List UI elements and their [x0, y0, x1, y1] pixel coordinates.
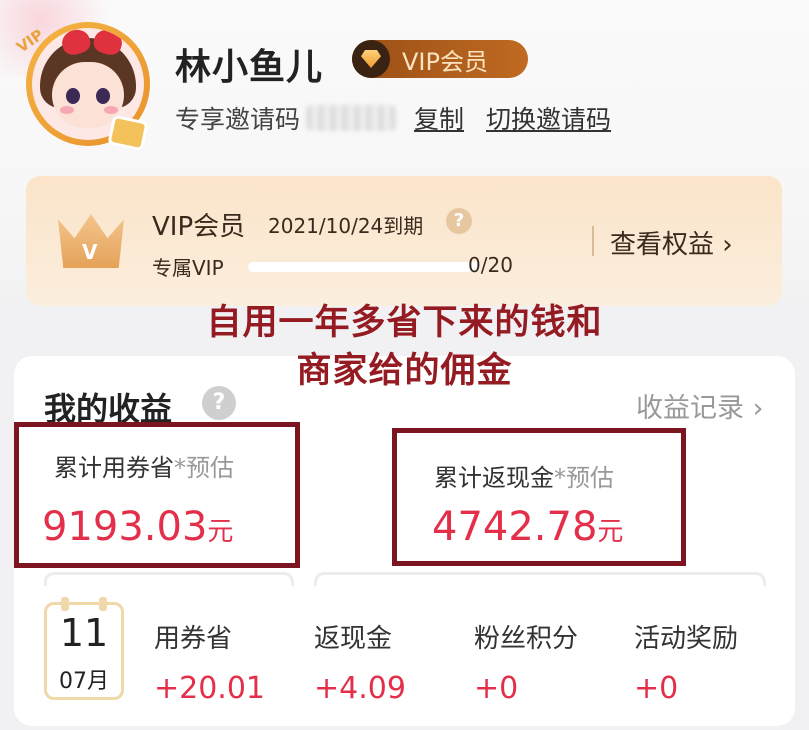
annotation-line-1: 自用一年多省下来的钱和 [206, 303, 603, 343]
user-name: 林小鱼儿 [175, 47, 324, 88]
diamond-icon [352, 40, 390, 78]
divider [44, 572, 294, 586]
vip-progress-bar [248, 262, 480, 272]
stat-label: 活动奖励 [634, 624, 739, 654]
invite-code-row: 专享邀请码 复制 切换邀请码 [175, 100, 633, 136]
coupon-saved-label: 累计用券省*预估 [54, 454, 234, 482]
stat-value: +20.01 [154, 671, 266, 706]
avatar[interactable]: VIP [13, 14, 158, 154]
help-icon[interactable]: ? [446, 208, 472, 234]
view-benefits-link[interactable]: 查看权益 › [610, 224, 733, 261]
calendar-icon: 11 07月 [44, 597, 124, 700]
today-activity-reward-stat[interactable]: 活动奖励 +0 [634, 618, 738, 706]
calendar-day: 11 [59, 611, 109, 655]
cashback-label: 累计返现金*预估 [434, 464, 614, 492]
crown-letter: V [82, 240, 98, 264]
today-fans-points-stat[interactable]: 粉丝积分 +0 [474, 618, 578, 706]
invite-code-label: 专享邀请码 [175, 105, 301, 134]
crown-icon: V [58, 214, 124, 268]
calendar-month: 07月 [59, 669, 109, 694]
vip-progress-count: 0/20 [468, 253, 513, 277]
coupon-saved-value: 9193.03元 [42, 504, 234, 550]
stat-value: +0 [634, 671, 679, 706]
stat-label: 返现金 [314, 624, 393, 654]
cashback-value: 4742.78元 [432, 504, 624, 550]
invite-code-value-redacted [306, 105, 397, 131]
avatar-cheek-left [60, 106, 74, 114]
stat-value: +4.09 [314, 671, 406, 706]
earnings-card: 我的收益 ? 收益记录 › 累计用券省*预估 9193.03元 累计返现金*预估… [14, 356, 795, 726]
vip-member-label: VIP会员 [402, 47, 488, 76]
vip-level-label: 专属VIP [152, 256, 224, 280]
avatar-bow [62, 30, 122, 56]
diamond-sticker-icon [107, 114, 149, 152]
stat-label: 用券省 [154, 624, 233, 654]
vip-member-badge[interactable]: VIP会员 [352, 40, 528, 78]
annotation-line-2: 商家给的佣金 [296, 351, 513, 391]
switch-invite-link[interactable]: 切换邀请码 [486, 100, 611, 136]
vip-expire-date: 2021/10/24到期 [268, 214, 424, 238]
divider [314, 572, 766, 586]
today-cashback-stat[interactable]: 返现金 +4.09 [314, 618, 406, 706]
vip-card[interactable]: V VIP会员 2021/10/24到期 ? 专属VIP 0/20 查看权益 › [26, 176, 782, 306]
stat-value: +0 [474, 671, 519, 706]
avatar-eye-right [96, 88, 110, 104]
today-coupon-stat[interactable]: 用券省 +20.01 [154, 618, 265, 706]
copy-invite-link[interactable]: 复制 [414, 100, 464, 136]
avatar-eye-left [66, 88, 80, 104]
stat-label: 粉丝积分 [474, 624, 579, 654]
avatar-cheek-right [104, 106, 118, 114]
vip-card-title: VIP会员 [152, 212, 246, 242]
divider [592, 226, 594, 256]
